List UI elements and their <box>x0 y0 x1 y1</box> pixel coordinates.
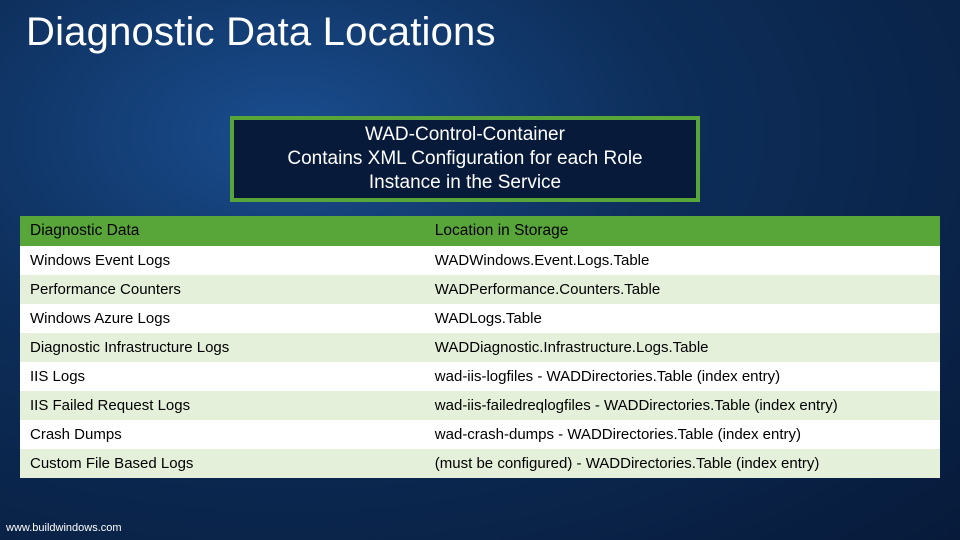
table-row: IIS Failed Request Logswad-iis-failedreq… <box>20 391 940 420</box>
footer-url: www.buildwindows.com <box>6 522 122 534</box>
cell-location: (must be configured) - WADDirectories.Ta… <box>425 449 940 478</box>
header-diagnostic-data: Diagnostic Data <box>20 216 425 246</box>
cell-location: WADWindows.Event.Logs.Table <box>425 246 940 275</box>
table-row: Diagnostic Infrastructure LogsWADDiagnos… <box>20 333 940 362</box>
diagnostic-table: Diagnostic Data Location in Storage Wind… <box>20 216 940 478</box>
cell-location: wad-iis-failedreqlogfiles - WADDirectori… <box>425 391 940 420</box>
cell-diagnostic-data: IIS Failed Request Logs <box>20 391 425 420</box>
table-header-row: Diagnostic Data Location in Storage <box>20 216 940 246</box>
box-line-2: Contains XML Configuration for each Role <box>287 147 642 171</box>
cell-location: WADLogs.Table <box>425 304 940 333</box>
cell-diagnostic-data: Windows Event Logs <box>20 246 425 275</box>
table-row: Windows Event LogsWADWindows.Event.Logs.… <box>20 246 940 275</box>
diagnostic-table-container: Diagnostic Data Location in Storage Wind… <box>20 216 940 478</box>
box-line-3: Instance in the Service <box>369 171 561 195</box>
wad-control-container-box: WAD-Control-Container Contains XML Confi… <box>230 116 700 202</box>
cell-location: wad-iis-logfiles - WADDirectories.Table … <box>425 362 940 391</box>
cell-location: WADDiagnostic.Infrastructure.Logs.Table <box>425 333 940 362</box>
table-row: Windows Azure LogsWADLogs.Table <box>20 304 940 333</box>
slide-title: Diagnostic Data Locations <box>26 10 496 55</box>
table-row: Performance CountersWADPerformance.Count… <box>20 275 940 304</box>
cell-location: WADPerformance.Counters.Table <box>425 275 940 304</box>
cell-location: wad-crash-dumps - WADDirectories.Table (… <box>425 420 940 449</box>
cell-diagnostic-data: Performance Counters <box>20 275 425 304</box>
cell-diagnostic-data: Crash Dumps <box>20 420 425 449</box>
table-row: Custom File Based Logs(must be configure… <box>20 449 940 478</box>
table-row: IIS Logswad-iis-logfiles - WADDirectorie… <box>20 362 940 391</box>
table-row: Crash Dumpswad-crash-dumps - WADDirector… <box>20 420 940 449</box>
cell-diagnostic-data: Custom File Based Logs <box>20 449 425 478</box>
cell-diagnostic-data: Windows Azure Logs <box>20 304 425 333</box>
header-location: Location in Storage <box>425 216 940 246</box>
box-line-1: WAD-Control-Container <box>365 123 565 147</box>
cell-diagnostic-data: IIS Logs <box>20 362 425 391</box>
cell-diagnostic-data: Diagnostic Infrastructure Logs <box>20 333 425 362</box>
